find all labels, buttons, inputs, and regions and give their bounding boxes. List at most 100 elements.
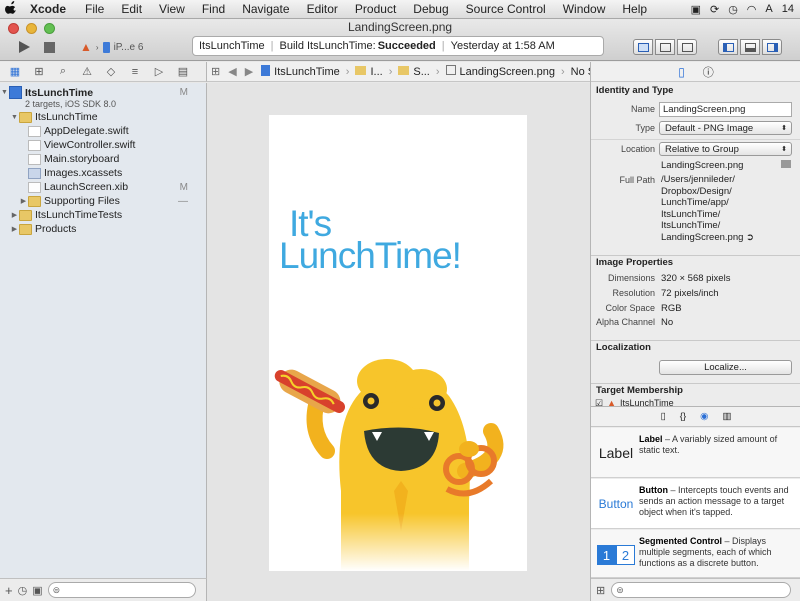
test-navigator-icon[interactable]: ◇	[102, 65, 120, 78]
breakpoint-navigator-icon[interactable]: ▷	[150, 65, 168, 78]
popup-arrows-icon: ⬍	[781, 125, 787, 132]
menu-source-control[interactable]: Source Control	[458, 2, 555, 16]
version-editor-button[interactable]	[677, 39, 697, 55]
stop-button[interactable]	[40, 37, 58, 57]
quick-help-icon[interactable]: ⓘ	[703, 64, 714, 80]
assistant-editor-button[interactable]	[655, 39, 675, 55]
disclosure-open-icon[interactable]: ▼	[0, 89, 9, 96]
file-template-library-icon[interactable]: ▯	[661, 411, 666, 422]
find-navigator-icon[interactable]: ⌕	[54, 65, 72, 78]
report-navigator-icon[interactable]: ▤	[174, 65, 192, 78]
jump-item-project[interactable]: ItsLunchTime	[274, 66, 344, 78]
code-snippet-library-icon[interactable]: {}	[680, 411, 686, 422]
toggle-debug-button[interactable]	[740, 39, 760, 55]
landing-screen-image: It's LunchTime!	[269, 115, 527, 571]
standard-editor-button[interactable]	[633, 39, 653, 55]
menu-edit[interactable]: Edit	[113, 2, 151, 16]
debug-panel-icon	[744, 42, 756, 52]
location-popup[interactable]: Relative to Group ⬍	[659, 142, 792, 156]
project-navigator-icon[interactable]: ▦	[6, 65, 24, 78]
adobe-icon[interactable]: A	[765, 3, 772, 15]
toggle-utilities-button[interactable]	[762, 39, 782, 55]
apple-icon[interactable]	[0, 1, 22, 17]
library-filter-input[interactable]: ⊜	[611, 582, 792, 598]
folder-icon	[19, 209, 32, 221]
jump-item-file[interactable]: LandingScreen.png	[460, 66, 559, 78]
tree-row-file[interactable]: Images.xcassets	[0, 166, 206, 180]
object-library-icon[interactable]: ◉	[700, 411, 708, 422]
segmented-control-thumbnail: 1 2	[596, 538, 636, 572]
jump-item-group[interactable]: I...	[370, 66, 386, 78]
scheme-selector[interactable]: ▲ › iP...e 6	[80, 37, 190, 57]
asset-catalog-icon	[28, 167, 41, 179]
symbol-navigator-icon[interactable]: ⊞	[30, 65, 48, 78]
media-library-icon[interactable]: ▥	[722, 411, 731, 422]
assistant-editor-icon	[659, 42, 671, 52]
chevron-right-icon: ›	[560, 65, 565, 78]
forward-icon[interactable]: ▶	[241, 65, 257, 78]
menu-file[interactable]: File	[77, 2, 113, 16]
menu-find[interactable]: Find	[194, 2, 234, 16]
window-toolbar: LandingScreen.png ▲ › iP...e 6 ItsLunchT…	[0, 19, 800, 61]
library-item-button[interactable]: Button Button – Intercepts touch events …	[591, 479, 800, 529]
name-field[interactable]: LandingScreen.png	[659, 102, 792, 117]
tree-row-file[interactable]: Main.storyboard	[0, 152, 206, 166]
run-button[interactable]	[14, 37, 34, 57]
menu-navigate[interactable]: Navigate	[234, 2, 298, 16]
library-item-segmented-control[interactable]: 1 2 Segmented Control – Displays multipl…	[591, 530, 800, 578]
status-build-prefix: Build ItsLunchTime:	[279, 40, 376, 52]
tree-row-file[interactable]: AppDelegate.swift	[0, 124, 206, 138]
related-items-icon[interactable]: ⊞	[207, 65, 224, 78]
menu-editor[interactable]: Editor	[299, 2, 347, 16]
xib-file-icon	[28, 181, 41, 193]
menu-window[interactable]: Window	[555, 2, 615, 16]
library-item-label[interactable]: Label Label – A variably sized amount of…	[591, 428, 800, 478]
back-icon[interactable]: ◀	[224, 65, 240, 78]
grid-view-icon[interactable]: ⊞	[596, 584, 605, 597]
recent-files-icon[interactable]: ◷	[18, 584, 28, 597]
menu-product[interactable]: Product	[347, 2, 405, 16]
file-type-popup[interactable]: Default - PNG Image ⬍	[659, 121, 792, 135]
library-filter-bar: ⊞ ⊜	[591, 578, 800, 601]
jump-item-selection[interactable]: No Selection	[567, 66, 590, 78]
tree-row-group[interactable]: ▶ ItsLunchTimeTests	[0, 208, 206, 222]
menu-view[interactable]: View	[151, 2, 194, 16]
menu-tray: ▣ ⟳ ◷ ◠ A 14	[691, 3, 800, 16]
localize-button[interactable]: Localize...	[659, 360, 792, 375]
reveal-arrow-icon[interactable]: ➲	[746, 232, 754, 243]
tree-row-group[interactable]: ▶ Products	[0, 222, 206, 236]
sync-icon[interactable]: ⟳	[710, 3, 719, 16]
segment-two: 2	[616, 545, 635, 565]
menu-debug[interactable]: Debug	[405, 2, 457, 16]
checkbox-checked-icon[interactable]: ☑	[595, 398, 603, 406]
toggle-navigator-button[interactable]	[718, 39, 738, 55]
disclosure-open-icon[interactable]: ▼	[10, 114, 19, 121]
disclosure-closed-icon[interactable]: ▶	[10, 211, 19, 219]
file-inspector-icon[interactable]: ▯	[678, 65, 685, 79]
navigator-filter-input[interactable]: ⊜	[47, 582, 196, 598]
dropbox-icon[interactable]: ▣	[691, 3, 701, 16]
tree-row-group[interactable]: ▼ ItsLunchTime	[0, 110, 206, 124]
chevron-right-icon: ›	[435, 65, 440, 78]
reveal-folder-icon[interactable]	[781, 160, 791, 168]
disclosure-closed-icon[interactable]: ▶	[10, 225, 19, 233]
tree-row-group[interactable]: ▶ Supporting Files —	[0, 194, 206, 208]
scm-filter-icon[interactable]: ▣	[32, 584, 42, 597]
library-item-description: Segmented Control – Displays multiple se…	[639, 536, 797, 569]
tree-row-file[interactable]: LaunchScreen.xib M	[0, 180, 206, 194]
library-item-description: Label – A variably sized amount of stati…	[639, 434, 797, 456]
debug-navigator-icon[interactable]: ≡	[126, 66, 144, 78]
add-icon[interactable]: +	[5, 583, 13, 598]
issue-navigator-icon[interactable]: ⚠	[78, 65, 96, 78]
menu-app-name[interactable]: Xcode	[22, 2, 77, 16]
menu-help[interactable]: Help	[614, 2, 656, 16]
folder-icon	[19, 223, 32, 235]
disclosure-closed-icon[interactable]: ▶	[19, 197, 28, 205]
library-item-description: Button – Intercepts touch events and sen…	[639, 485, 797, 518]
tree-row-file[interactable]: ViewController.swift	[0, 138, 206, 152]
wifi-icon[interactable]: ◠	[747, 3, 757, 16]
target-row[interactable]: ☑ ▲ ItsLunchTime	[595, 398, 674, 406]
file-type-value: Default - PNG Image	[665, 122, 754, 134]
timemachine-icon[interactable]: ◷	[728, 3, 738, 16]
jump-item-subgroup[interactable]: S...	[413, 66, 434, 78]
